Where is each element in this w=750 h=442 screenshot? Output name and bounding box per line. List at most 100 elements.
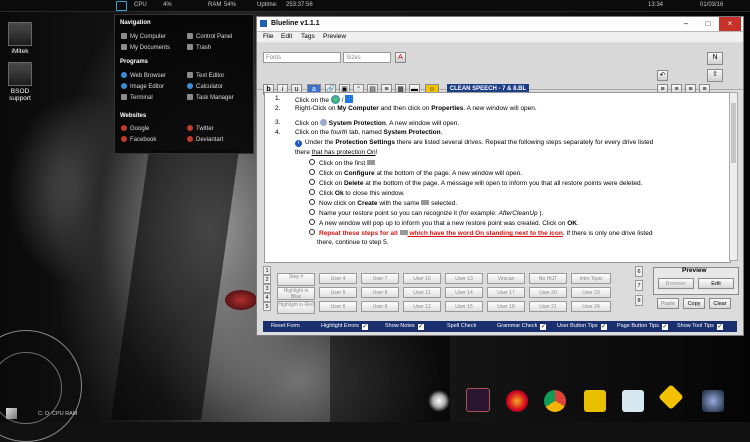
row-number-button[interactable]: 5 (263, 302, 271, 311)
menu-item-facebook[interactable]: Facebook (121, 136, 156, 143)
minimize-button[interactable]: – (675, 17, 697, 31)
nb-icon[interactable]: N (707, 52, 723, 65)
grid-button[interactable]: User 14 (445, 287, 483, 298)
menu-item-twitter[interactable]: Twitter (187, 125, 214, 132)
calculator-icon (187, 83, 193, 89)
recycle-icon[interactable] (702, 390, 724, 412)
navigation-heading: Navigation (120, 20, 151, 26)
font-select[interactable]: Fonts (263, 52, 341, 63)
menu-item-task-manager[interactable]: Task Manager (187, 94, 234, 101)
chrome-icon[interactable] (544, 390, 566, 412)
row-number-button[interactable]: 2 (263, 275, 271, 284)
grid-button[interactable]: User 6 (319, 301, 357, 312)
row-number-button[interactable]: 3 (263, 284, 271, 293)
close-button[interactable]: × (719, 17, 741, 31)
menu-item-text-editor[interactable]: Text Editor (187, 72, 224, 79)
water-drop-icon[interactable] (428, 390, 450, 412)
ram-value: 54% (224, 2, 237, 8)
grid-button[interactable]: No HIJT (529, 273, 567, 284)
menu-preview[interactable]: Preview (323, 33, 346, 40)
highlight-errors-toggle[interactable]: Highlight Errors ✓ (321, 323, 368, 330)
menu-file[interactable]: File (263, 33, 273, 40)
maximize-button[interactable]: □ (697, 17, 719, 31)
font-color-icon[interactable]: A (395, 52, 406, 63)
grid-button[interactable]: User 12 (403, 301, 441, 312)
grid-button[interactable]: User 8 (361, 287, 399, 298)
row-number-button[interactable]: 8 (635, 295, 643, 306)
paste-button[interactable]: Paste (657, 298, 679, 309)
windows-start-icon (330, 95, 340, 104)
app-icon (260, 20, 267, 27)
grid-button[interactable]: User 17 (487, 287, 525, 298)
globe-icon (121, 72, 127, 78)
desktop-icon-bsod-support[interactable]: BSOD support (0, 62, 40, 102)
grid-button[interactable]: Highlight in Blue (277, 287, 315, 300)
grid-button[interactable]: User 21 (529, 301, 567, 312)
user-button-tips-toggle[interactable]: User Button Tips ✓ (557, 323, 607, 330)
browser-button[interactable]: Browser (658, 278, 694, 289)
grid-button[interactable]: User 7 (361, 273, 399, 284)
show-notes-toggle[interactable]: Show Notes ✓ (385, 323, 424, 330)
clear-button[interactable]: Clear (709, 298, 731, 309)
document-editor[interactable]: 1. Click on the / 2. Right-Click on My C… (264, 92, 731, 263)
menu-item-web-browser[interactable]: Web Browser (121, 72, 166, 79)
menu-item-my-documents[interactable]: My Documents (121, 44, 170, 51)
undo-icon[interactable]: ↶ (657, 70, 668, 81)
show-tool-tips-toggle[interactable]: Show Tool Tips ✓ (677, 323, 723, 330)
reset-form-button[interactable]: Reset Form (271, 323, 300, 329)
taskbar: C: D: CPU RAM (0, 408, 110, 422)
export-icon[interactable]: ⇧ (707, 69, 723, 82)
copy-button[interactable]: Copy (683, 298, 705, 309)
row-number-button[interactable]: 7 (635, 280, 643, 291)
desktop-icon-label: iMitek (11, 48, 29, 55)
edit-button[interactable]: Edit (698, 278, 734, 289)
grid-button[interactable]: User 4 (319, 273, 357, 284)
menu-item-deviantart[interactable]: Deviantart (187, 136, 223, 143)
grid-button[interactable]: User 20 (529, 287, 567, 298)
info-icon: i (295, 140, 302, 147)
grid-button[interactable]: Highlight in Red (277, 301, 315, 314)
photoshop-icon[interactable] (466, 388, 490, 412)
row-number-button[interactable]: 4 (263, 293, 271, 302)
menu-item-google[interactable]: Google (121, 125, 149, 132)
media-player-icon[interactable] (584, 390, 606, 412)
grid-button[interactable]: User 23 (571, 287, 611, 298)
grid-button[interactable]: User 24 (571, 301, 611, 312)
desktop-icon-imitek[interactable]: iMitek (0, 22, 40, 55)
window-title: Blueline v1.1.1 (271, 20, 320, 27)
row-number-button[interactable]: 1 (263, 266, 271, 275)
document-scrollbar[interactable] (729, 92, 738, 261)
windows-start-button[interactable] (6, 408, 17, 419)
menu-edit[interactable]: Edit (281, 33, 292, 40)
checkbox-checked-icon: ✓ (661, 324, 668, 330)
start-icon[interactable] (116, 1, 127, 11)
menu-item-control-panel[interactable]: Control Panel (187, 33, 232, 40)
menu-tags[interactable]: Tags (301, 33, 315, 40)
page-button-tips-toggle[interactable]: Page Button Tips ✓ (617, 323, 668, 330)
menu-item-my-computer[interactable]: My Computer (121, 33, 166, 40)
window-titlebar[interactable]: Blueline v1.1.1 – □ × (257, 17, 743, 32)
wrench-icon (187, 33, 193, 39)
grid-button[interactable]: Virscan (487, 273, 525, 284)
grid-button[interactable]: User 15 (445, 301, 483, 312)
spell-check-button[interactable]: Spell Check (447, 323, 476, 329)
menu-item-trash[interactable]: Trash (187, 44, 211, 51)
preview-label: Preview (682, 267, 707, 274)
grid-button[interactable]: User 5 (319, 287, 357, 298)
grid-button[interactable]: User 9 (361, 301, 399, 312)
menu-item-terminal[interactable]: Terminal (121, 94, 153, 101)
grid-button[interactable]: Step # (277, 273, 315, 286)
menu-item-image-editor[interactable]: Image Editor (121, 83, 164, 90)
menu-item-calculator[interactable]: Calculator (187, 83, 223, 90)
firefox-icon[interactable] (506, 390, 528, 412)
grid-button[interactable]: User 11 (403, 287, 441, 298)
size-select[interactable]: Sizes (343, 52, 391, 63)
grid-button[interactable]: User 13 (445, 273, 483, 284)
grid-button[interactable]: User 18 (487, 301, 525, 312)
grid-button[interactable]: User 10 (403, 273, 441, 284)
grid-button[interactable]: Intro Topic (571, 273, 611, 284)
row-number-button[interactable]: 6 (635, 266, 643, 277)
grammar-check-toggle[interactable]: Grammar Check ✓ (497, 323, 547, 330)
network-icon[interactable] (622, 390, 644, 412)
task-manager-icon (187, 94, 193, 100)
